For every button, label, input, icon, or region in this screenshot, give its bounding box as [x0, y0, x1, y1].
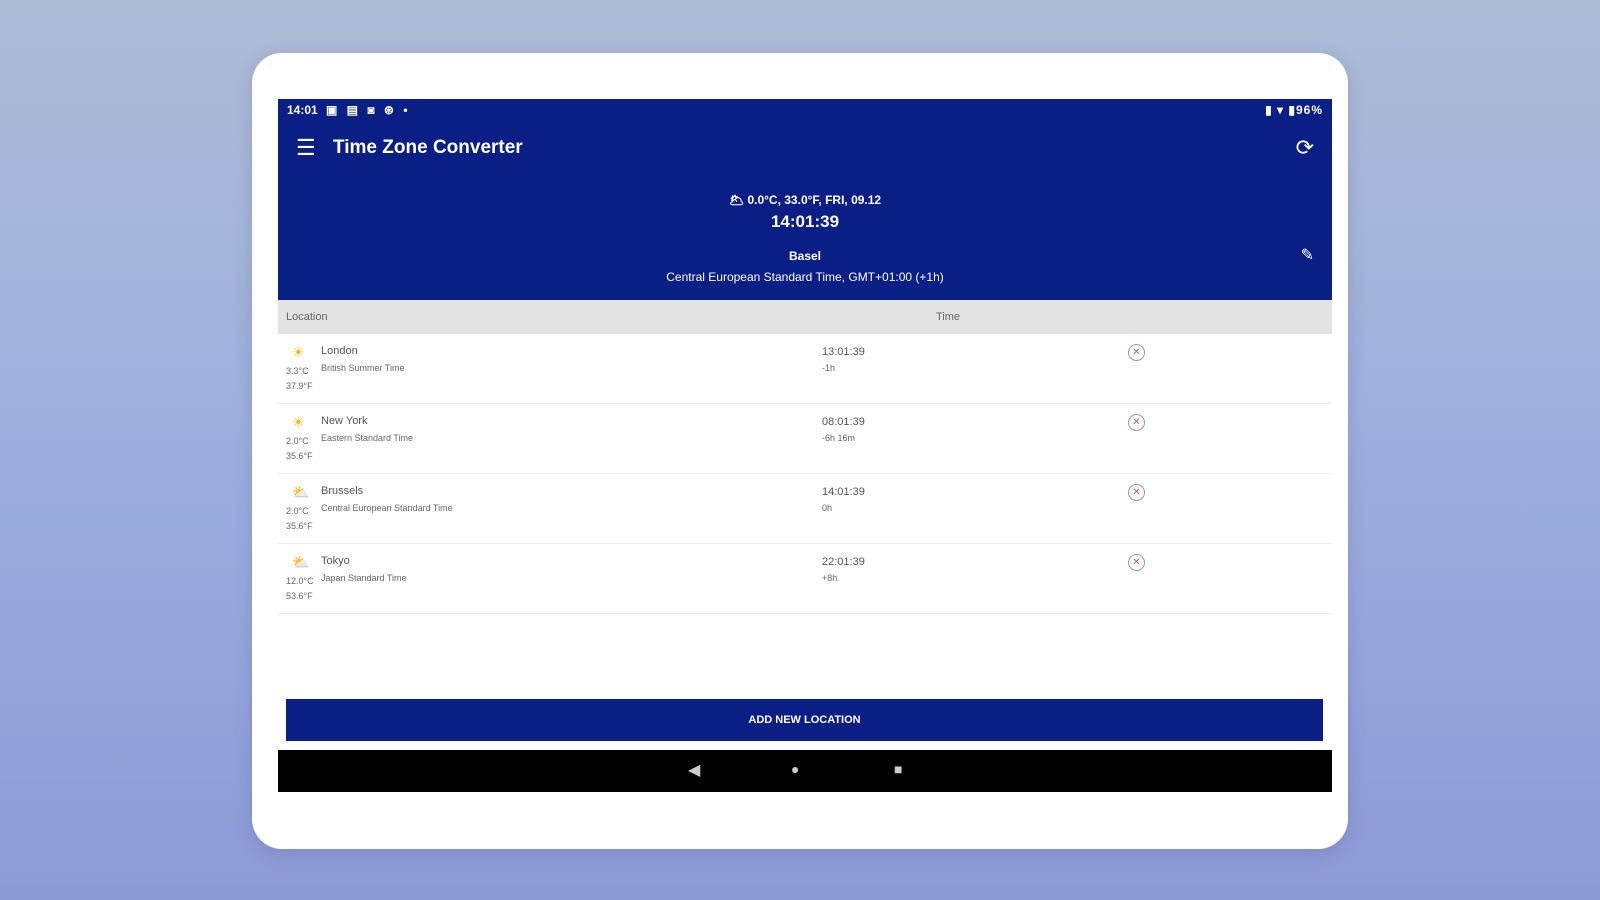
remove-icon[interactable]: ✕ — [1128, 484, 1145, 501]
timezone-name: Eastern Standard Time — [321, 433, 414, 443]
list-item[interactable]: ☀ 3.3°C 37.9°F London British Summer Tim… — [278, 334, 1332, 404]
app-screen: 14:01 ▣ ▤ ◙ ⊛ • ▮ ▾ ▮96% ☰ Time Zone Con… — [278, 99, 1332, 801]
city-time: 13:01:39 — [822, 346, 865, 358]
location-list: ☀ 3.3°C 37.9°F London British Summer Tim… — [278, 334, 1332, 614]
status-bar: 14:01 ▣ ▤ ◙ ⊛ • ▮ ▾ ▮96% — [278, 99, 1332, 121]
remove-icon[interactable]: ✕ — [1128, 414, 1145, 431]
add-location-button[interactable]: ADD NEW LOCATION — [286, 699, 1323, 741]
weather-icon: ⛅ — [292, 484, 310, 500]
edit-icon[interactable]: ✎ — [1301, 245, 1314, 265]
temp-fahrenheit: 53.6°F — [286, 591, 313, 601]
status-battery: ▮ ▾ ▮96% — [1265, 103, 1323, 117]
list-item[interactable]: ☀ 2.0°C 35.6°F New York Eastern Standard… — [278, 404, 1332, 474]
city-name: Brussels — [321, 485, 364, 497]
timezone-name: Japan Standard Time — [321, 573, 407, 583]
table-header: Location Time — [278, 300, 1332, 334]
remove-icon[interactable]: ✕ — [1128, 344, 1145, 361]
timezone-name: Central European Standard Time — [321, 503, 453, 513]
time-offset: -1h — [822, 363, 836, 373]
temp-celsius: 2.0°C — [286, 436, 309, 446]
temp-celsius: 12.0°C — [286, 576, 314, 586]
column-time: Time — [936, 311, 961, 323]
time-offset: -6h 16m — [822, 433, 856, 443]
list-item[interactable]: ⛅ 12.0°C 53.6°F Tokyo Japan Standard Tim… — [278, 544, 1332, 614]
timezone-name: British Summer Time — [321, 363, 405, 373]
base-weather: 🌥 0.0°C, 33.0°F, FRI, 09.12 — [728, 193, 882, 207]
temp-fahrenheit: 37.9°F — [286, 381, 313, 391]
home-icon[interactable]: ● — [791, 761, 799, 777]
city-name: Tokyo — [321, 555, 350, 567]
temp-fahrenheit: 35.6°F — [286, 451, 313, 461]
temp-fahrenheit: 35.6°F — [286, 521, 313, 531]
base-timezone: Central European Standard Time, GMT+01:0… — [666, 270, 944, 284]
app-title: Time Zone Converter — [333, 137, 523, 158]
city-time: 08:01:39 — [822, 416, 865, 428]
city-name: New York — [321, 415, 368, 427]
city-time: 14:01:39 — [822, 486, 865, 498]
status-notification-icons: ▣ ▤ ◙ ⊛ • — [326, 103, 411, 117]
city-time: 22:01:39 — [822, 556, 865, 568]
time-offset: 0h — [822, 503, 833, 513]
recent-apps-icon[interactable]: ■ — [894, 761, 902, 777]
base-city: Basel — [788, 249, 822, 263]
list-item[interactable]: ⛅ 2.0°C 35.6°F Brussels Central European… — [278, 474, 1332, 544]
refresh-icon[interactable]: ⟳ — [1296, 135, 1314, 161]
column-location: Location — [286, 311, 328, 323]
weather-icon: ☀ — [292, 414, 305, 430]
time-offset: +8h — [822, 573, 838, 583]
status-time: 14:01 — [287, 103, 318, 117]
navigation-bar: ◀ ● ■ — [278, 750, 1332, 792]
weather-icon: ⛅ — [292, 554, 310, 570]
tablet-frame: 14:01 ▣ ▤ ◙ ⊛ • ▮ ▾ ▮96% ☰ Time Zone Con… — [252, 53, 1348, 849]
city-name: London — [321, 345, 358, 357]
weather-icon: ☀ — [292, 344, 305, 360]
back-icon[interactable]: ◀ — [688, 760, 700, 780]
app-header: 14:01 ▣ ▤ ◙ ⊛ • ▮ ▾ ▮96% ☰ Time Zone Con… — [278, 99, 1332, 300]
base-clock: 14:01:39 — [770, 212, 840, 231]
remove-icon[interactable]: ✕ — [1128, 554, 1145, 571]
temp-celsius: 3.3°C — [286, 366, 309, 376]
menu-icon[interactable]: ☰ — [296, 137, 316, 159]
temp-celsius: 2.0°C — [286, 506, 309, 516]
